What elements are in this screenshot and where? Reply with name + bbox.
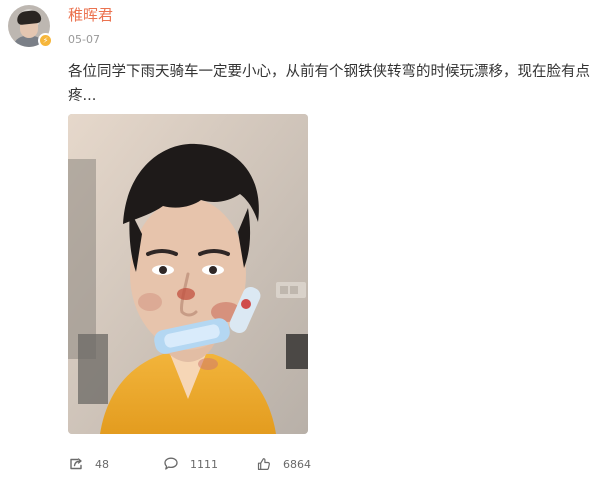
weibo-post-card: ⚡ 稚晖君 05-07 各位同学下雨天骑车一定要小心，从前有个钢铁侠转弯的时候玩…	[0, 0, 605, 478]
post-date[interactable]: 05-07	[68, 33, 100, 47]
comment-button[interactable]: 1111	[163, 455, 218, 473]
thumbs-up-icon-svg	[257, 458, 270, 470]
verified-badge-icon: ⚡	[38, 33, 53, 48]
share-button[interactable]: 48	[68, 455, 109, 473]
share-count: 48	[95, 457, 109, 471]
comment-count: 1111	[190, 457, 218, 471]
thumbs-up-icon	[256, 456, 272, 472]
comment-icon-svg	[164, 457, 178, 470]
post-photo-illustration	[68, 114, 308, 434]
post-photo[interactable]	[68, 114, 308, 434]
avatar-hair-shape	[16, 9, 42, 26]
username-link[interactable]: 稚晖君	[68, 6, 113, 24]
avatar-container[interactable]: ⚡	[8, 5, 53, 48]
like-count: 6864	[283, 457, 311, 471]
share-icon-svg	[70, 458, 82, 470]
like-button[interactable]: 6864	[256, 455, 311, 473]
post-text: 各位同学下雨天骑车一定要小心，从前有个钢铁侠转弯的时候玩漂移，现在脸有点疼...	[68, 64, 590, 104]
post-actions: 48 1111 6864	[68, 455, 328, 473]
comment-icon	[163, 456, 179, 472]
share-icon	[68, 456, 84, 472]
